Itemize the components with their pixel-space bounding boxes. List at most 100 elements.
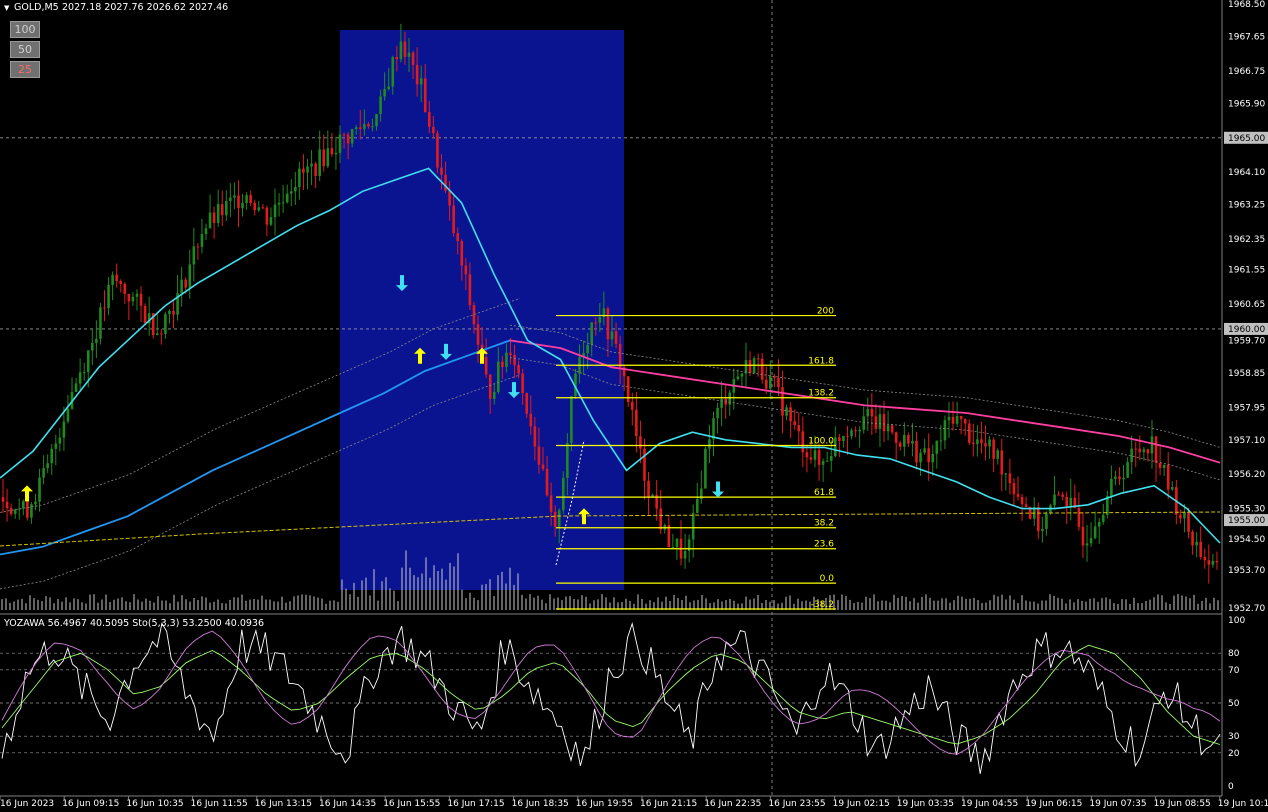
- price-tick-8: 1961.55: [1228, 266, 1265, 276]
- highlight-zone: [340, 30, 624, 590]
- price-bar-body: [1170, 487, 1174, 490]
- price-tick-2: 1966.75: [1228, 67, 1265, 77]
- chart-menu-icon[interactable]: ▼: [4, 4, 10, 12]
- price-tick-1: 1967.65: [1228, 32, 1265, 42]
- price-bar-body: [139, 293, 143, 306]
- price-bar-body: [972, 442, 975, 445]
- price-bar-body: [367, 124, 370, 127]
- price-bar-body: [1069, 497, 1073, 507]
- price-bar-body: [586, 344, 589, 354]
- price-bar-body: [492, 392, 496, 399]
- price-bar-body: [407, 52, 411, 57]
- price-bar-body: [66, 408, 70, 422]
- lot-button-50[interactable]: 50: [10, 41, 40, 58]
- time-tick-14: 19 Jun 03:35: [897, 799, 954, 809]
- chart-background: [0, 0, 1268, 812]
- price-bar-body: [842, 436, 845, 442]
- time-tick-3: 16 Jun 11:55: [191, 799, 248, 809]
- price-bar-body: [74, 383, 78, 393]
- price-bar-body: [13, 509, 17, 514]
- price-bar-body: [951, 416, 955, 424]
- price-bar-body: [298, 168, 301, 187]
- price-bar-body: [878, 414, 882, 429]
- price-bar-body: [306, 166, 309, 173]
- price-bar-body: [322, 149, 326, 167]
- price-bar-body: [1093, 526, 1097, 539]
- price-bar-body: [484, 357, 488, 375]
- time-tick-19: 19 Jun 10:15: [1218, 799, 1268, 809]
- price-bar-body: [817, 450, 821, 465]
- price-bar-body: [9, 508, 13, 514]
- price-bar-body: [212, 212, 216, 223]
- symbol-label: GOLD,M5: [14, 2, 59, 13]
- time-tick-7: 16 Jun 17:15: [447, 799, 504, 809]
- fib-label-5: 38.2: [814, 519, 834, 529]
- price-tick-10: 1960.00: [1228, 325, 1265, 335]
- price-bar-body: [777, 377, 780, 388]
- price-bar-body: [610, 331, 614, 340]
- price-bar-body: [1049, 505, 1052, 514]
- price-bar-body: [419, 78, 423, 85]
- time-tick-9: 16 Jun 19:55: [576, 799, 633, 809]
- price-tick-12: 1958.85: [1228, 369, 1265, 379]
- price-bar-body: [184, 279, 187, 288]
- price-bar-body: [180, 279, 183, 294]
- fib-label-1: 161.8: [808, 356, 834, 366]
- price-bar-body: [233, 195, 236, 198]
- price-bar-body: [277, 202, 281, 205]
- price-bar-body: [30, 504, 33, 518]
- price-bar-body: [1041, 528, 1044, 532]
- price-bar-body: [947, 416, 951, 421]
- price-bar-body: [671, 547, 675, 549]
- price-bar-body: [107, 284, 110, 308]
- price-bar-body: [119, 281, 123, 284]
- price-bar-body: [302, 168, 305, 173]
- price-bar-body: [269, 217, 273, 225]
- price-bar-body: [1012, 483, 1016, 495]
- lot-button-100[interactable]: 100: [10, 21, 40, 38]
- price-tick-0: 1968.50: [1228, 0, 1265, 10]
- price-bar-body: [1199, 541, 1202, 557]
- price-bar-body: [123, 283, 127, 294]
- lot-button-25[interactable]: 25: [10, 61, 40, 78]
- price-bar-body: [476, 324, 480, 345]
- price-bar-body: [850, 430, 853, 437]
- price-bar-body: [557, 510, 561, 527]
- fib-label-3: 100.0: [808, 437, 834, 447]
- time-tick-6: 16 Jun 15:55: [383, 799, 440, 809]
- price-bar-body: [740, 373, 744, 377]
- fib-label-7: 0.0: [820, 574, 835, 584]
- price-bar-body: [521, 373, 524, 394]
- price-bar-body: [1118, 476, 1121, 480]
- price-bar-body: [858, 429, 861, 432]
- time-tick-11: 16 Jun 22:35: [704, 799, 761, 809]
- price-bar-body: [1089, 538, 1093, 544]
- price-tick-16: 1955.30: [1228, 505, 1265, 515]
- price-bar-body: [748, 360, 752, 373]
- price-bar-body: [501, 361, 504, 368]
- price-bar-body: [91, 342, 94, 351]
- price-bar-body: [614, 331, 618, 344]
- price-bar-body: [415, 64, 419, 85]
- fib-label-4: 61.8: [814, 488, 834, 498]
- fib-label-8: -38.2: [811, 600, 834, 610]
- price-bar-body: [111, 274, 114, 285]
- price-bar-body: [1138, 448, 1142, 453]
- trading-chart[interactable]: 200161.8138.2100.061.838.223.60.0-38.2 1…: [0, 0, 1268, 812]
- price-bar-body: [1053, 494, 1056, 506]
- price-bar-body: [1134, 448, 1138, 450]
- price-bar-body: [825, 460, 829, 462]
- price-bar-body: [330, 148, 334, 155]
- price-bar-body: [955, 415, 959, 424]
- price-tick-11: 1959.70: [1228, 336, 1265, 346]
- price-bar-body: [801, 431, 805, 453]
- price-bar-body: [403, 41, 407, 57]
- price-bar-body: [939, 440, 943, 442]
- price-bar-body: [744, 360, 748, 374]
- osc-level-label-2: 70: [1228, 666, 1240, 676]
- price-tick-5: 1964.10: [1228, 168, 1265, 178]
- price-bar-body: [216, 204, 220, 223]
- price-bar-body: [846, 436, 849, 438]
- price-bar-body: [428, 112, 431, 127]
- price-bar-body: [894, 432, 898, 443]
